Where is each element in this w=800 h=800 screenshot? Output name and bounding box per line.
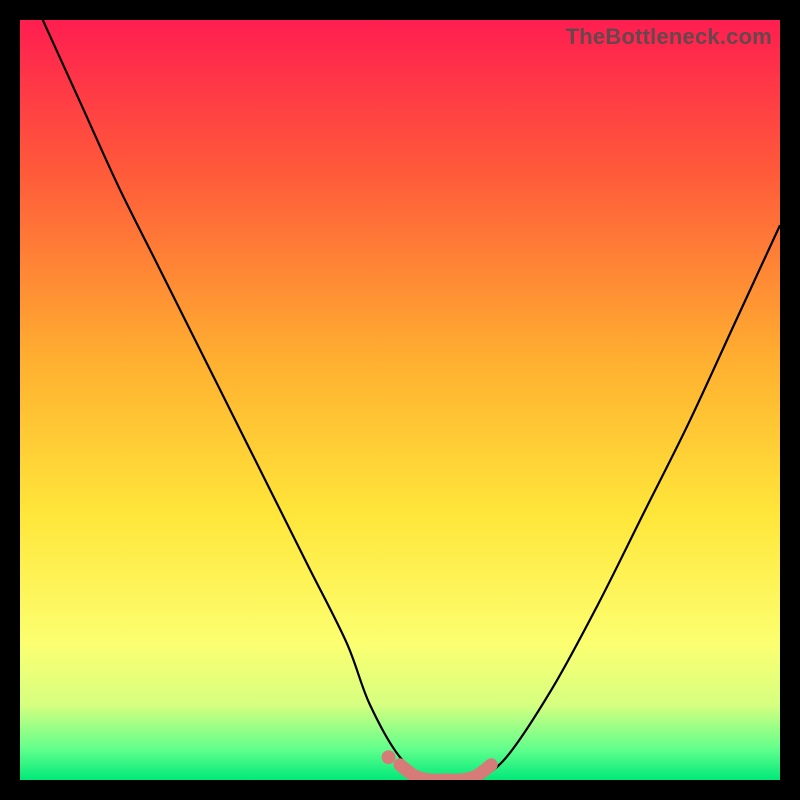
optimal-band-dot (382, 750, 396, 764)
watermark-text: TheBottleneck.com (566, 24, 772, 50)
chart-frame: TheBottleneck.com (20, 20, 780, 780)
gradient-background (20, 20, 780, 780)
chart-svg (20, 20, 780, 780)
